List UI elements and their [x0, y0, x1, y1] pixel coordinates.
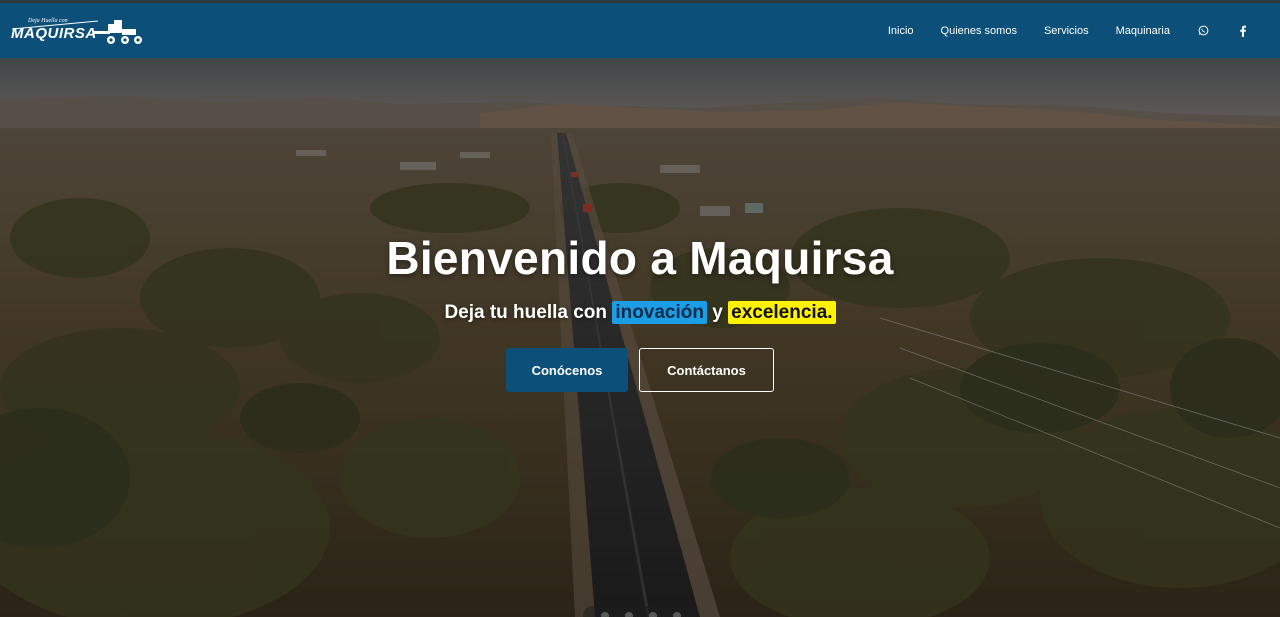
contactanos-button[interactable]: Contáctanos — [639, 348, 774, 392]
hero-subtitle: Deja tu huella con inovación y excelenci… — [0, 296, 1280, 330]
nav-quienes-somos[interactable]: Quienes somos — [941, 25, 1017, 37]
navbar: Deja Huella con MAQUIRSA Inicio Quienes … — [0, 3, 1280, 58]
widget-dot-icon — [625, 612, 633, 617]
facebook-icon[interactable] — [1236, 24, 1250, 38]
hero-content: Bienvenido a Maquirsa Deja tu huella con… — [0, 228, 1280, 392]
widget-dot-icon — [649, 612, 657, 617]
page: Deja Huella con MAQUIRSA Inicio Quienes … — [0, 0, 1280, 617]
hero-buttons: Conócenos Contáctanos — [0, 348, 1280, 392]
widget-dot-icon — [673, 612, 681, 617]
nav-menu: Inicio Quienes somos Servicios Maquinari… — [888, 3, 1250, 58]
brand-logo[interactable]: Deja Huella con MAQUIRSA — [10, 13, 144, 47]
brand-name: MAQUIRSA — [11, 25, 97, 42]
nav-servicios[interactable]: Servicios — [1044, 25, 1089, 37]
bottom-floating-widget[interactable] — [583, 606, 699, 617]
widget-dot-icon — [601, 612, 609, 617]
nav-maquinaria[interactable]: Maquinaria — [1116, 25, 1170, 37]
nav-inicio[interactable]: Inicio — [888, 25, 914, 37]
hero-section: Bienvenido a Maquirsa Deja tu huella con… — [0, 58, 1280, 617]
highlight-innovation: inovación — [612, 301, 707, 324]
brand-tagline: Deja Huella con — [27, 18, 68, 24]
conocenos-button[interactable]: Conócenos — [506, 348, 628, 392]
hero-subtitle-connector: y — [712, 302, 723, 323]
highlight-excellence: excelencia. — [728, 301, 836, 324]
hero-title: Bienvenido a Maquirsa — [386, 232, 894, 284]
hero-subtitle-prefix: Deja tu huella con — [444, 302, 608, 323]
maquirsa-logo-icon: Deja Huella con MAQUIRSA — [11, 18, 142, 44]
whatsapp-icon[interactable] — [1196, 24, 1210, 38]
